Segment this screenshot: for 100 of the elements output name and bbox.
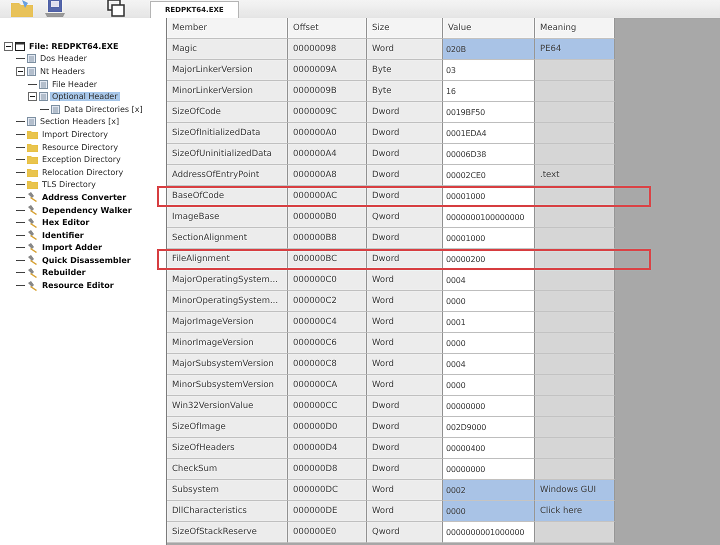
table-cell[interactable]: Windows GUI (535, 480, 615, 501)
tree-item[interactable]: Quick Disassembler (40, 256, 133, 265)
tree-item[interactable]: Exception Directory (40, 155, 123, 164)
table-cell: MinorSubsystemVersion (167, 375, 288, 396)
tree-item[interactable]: Address Converter (40, 192, 128, 202)
tool-icon (27, 205, 38, 216)
table-cell[interactable] (535, 522, 615, 543)
tool-icon (27, 255, 38, 266)
tree-item[interactable]: Relocation Directory (40, 168, 126, 177)
table-cell[interactable]: 0000000001000000 (443, 522, 535, 543)
tree-item[interactable]: TLS Directory (40, 180, 98, 190)
table-cell: MajorLinkerVersion (167, 60, 288, 81)
tree-item[interactable]: Section Headers [x] (38, 117, 122, 126)
table-cell[interactable] (535, 144, 615, 165)
table-cell[interactable]: 0019BF50 (443, 102, 535, 123)
tree-item[interactable]: File: REDPKT64.EXE (27, 42, 120, 51)
table-cell[interactable]: Click here (535, 501, 615, 522)
table-cell[interactable]: .text (535, 165, 615, 186)
table-cell: Dword (367, 438, 443, 459)
table-cell[interactable]: 0000000100000000 (443, 207, 535, 228)
table-cell: SectionAlignment (167, 228, 288, 249)
tree-item[interactable]: Rebuilder (40, 268, 88, 278)
table-cell[interactable]: 0004 (443, 354, 535, 375)
collapse-toggle[interactable] (16, 66, 25, 76)
tree-item[interactable]: Import Adder (40, 243, 104, 252)
column-header[interactable]: Size (367, 18, 443, 39)
table-cell: 000000E0 (288, 522, 367, 543)
table-cell[interactable] (535, 228, 615, 249)
table-cell[interactable]: 0001 (443, 312, 535, 333)
table-cell[interactable]: 0004 (443, 270, 535, 291)
table-cell[interactable]: PE64 (535, 39, 615, 60)
table-cell: Dword (367, 165, 443, 186)
table-cell[interactable]: 00006D38 (443, 144, 535, 165)
table-cell[interactable] (535, 438, 615, 459)
table-cell[interactable]: 0000 (443, 291, 535, 312)
table-cell: Word (367, 375, 443, 396)
table-cell[interactable] (535, 102, 615, 123)
tree-item[interactable]: Identifier (40, 230, 86, 240)
table-cell[interactable] (535, 312, 615, 333)
table-cell[interactable]: 00000000 (443, 459, 535, 480)
table-cell: Word (367, 354, 443, 375)
table-cell: SizeOfCode (167, 102, 288, 123)
table-cell: 000000B8 (288, 228, 367, 249)
table-cell[interactable]: 16 (443, 81, 535, 102)
table-cell: AddressOfEntryPoint (167, 165, 288, 186)
collapse-toggle[interactable] (4, 42, 13, 51)
tree-item[interactable]: Dependency Walker (40, 206, 134, 215)
tool-icon (27, 242, 38, 253)
table-cell[interactable]: 00001000 (443, 228, 535, 249)
table-cell[interactable]: 00002CE0 (443, 165, 535, 186)
save-icon[interactable] (44, 0, 66, 18)
table-cell[interactable] (535, 354, 615, 375)
table-cell: Word (367, 291, 443, 312)
tree-item[interactable]: File Header (50, 80, 100, 89)
table-cell[interactable] (535, 270, 615, 291)
table-cell[interactable]: 0001EDA4 (443, 123, 535, 144)
table-cell: ImageBase (167, 207, 288, 228)
table-cell: DllCharacteristics (167, 501, 288, 522)
tree-item[interactable]: Resource Directory (40, 142, 120, 152)
table-cell: MajorOperatingSystem... (167, 270, 288, 291)
table-cell[interactable] (535, 123, 615, 144)
table-cell[interactable]: 00000400 (443, 438, 535, 459)
table-cell[interactable]: 0002 (443, 480, 535, 501)
table-cell[interactable] (535, 60, 615, 81)
column-header[interactable]: Value (443, 18, 535, 39)
table-cell[interactable] (535, 396, 615, 417)
table-cell: Dword (367, 459, 443, 480)
table-cell[interactable]: 020B (443, 39, 535, 60)
table-cell[interactable] (535, 375, 615, 396)
table-cell: Byte (367, 60, 443, 81)
folder-icon[interactable] (10, 0, 34, 18)
column-header[interactable]: Member (167, 18, 288, 39)
column-header[interactable]: Offset (288, 18, 367, 39)
table-cell[interactable]: 0000 (443, 501, 535, 522)
collapse-toggle[interactable] (28, 92, 37, 102)
tree-item[interactable]: Nt Headers (38, 66, 87, 76)
tree-item[interactable]: Resource Editor (40, 281, 116, 290)
windows-icon[interactable] (106, 0, 126, 18)
table-cell: MinorImageVersion (167, 333, 288, 354)
table-cell: 000000D8 (288, 459, 367, 480)
tree-item[interactable]: Data Directories [x] (62, 104, 145, 114)
column-header[interactable]: Meaning (535, 18, 615, 39)
table-cell[interactable]: 0000 (443, 333, 535, 354)
table-cell: 0000009B (288, 81, 367, 102)
tree-item[interactable]: Dos Header (38, 54, 89, 64)
tree-item[interactable]: Import Directory (40, 130, 110, 139)
folder-icon (27, 130, 38, 139)
table-cell[interactable] (535, 333, 615, 354)
table-cell[interactable] (535, 291, 615, 312)
table-cell[interactable]: 0000 (443, 375, 535, 396)
table-cell[interactable]: 03 (443, 60, 535, 81)
table-cell[interactable]: 002D9000 (443, 417, 535, 438)
tree-item[interactable]: Hex Editor (40, 218, 92, 228)
table-cell: Dword (367, 144, 443, 165)
table-cell[interactable]: 00000000 (443, 396, 535, 417)
table-cell[interactable] (535, 207, 615, 228)
table-cell[interactable] (535, 81, 615, 102)
tree-item[interactable]: Optional Header (50, 92, 120, 102)
table-cell[interactable] (535, 417, 615, 438)
table-cell[interactable] (535, 459, 615, 480)
